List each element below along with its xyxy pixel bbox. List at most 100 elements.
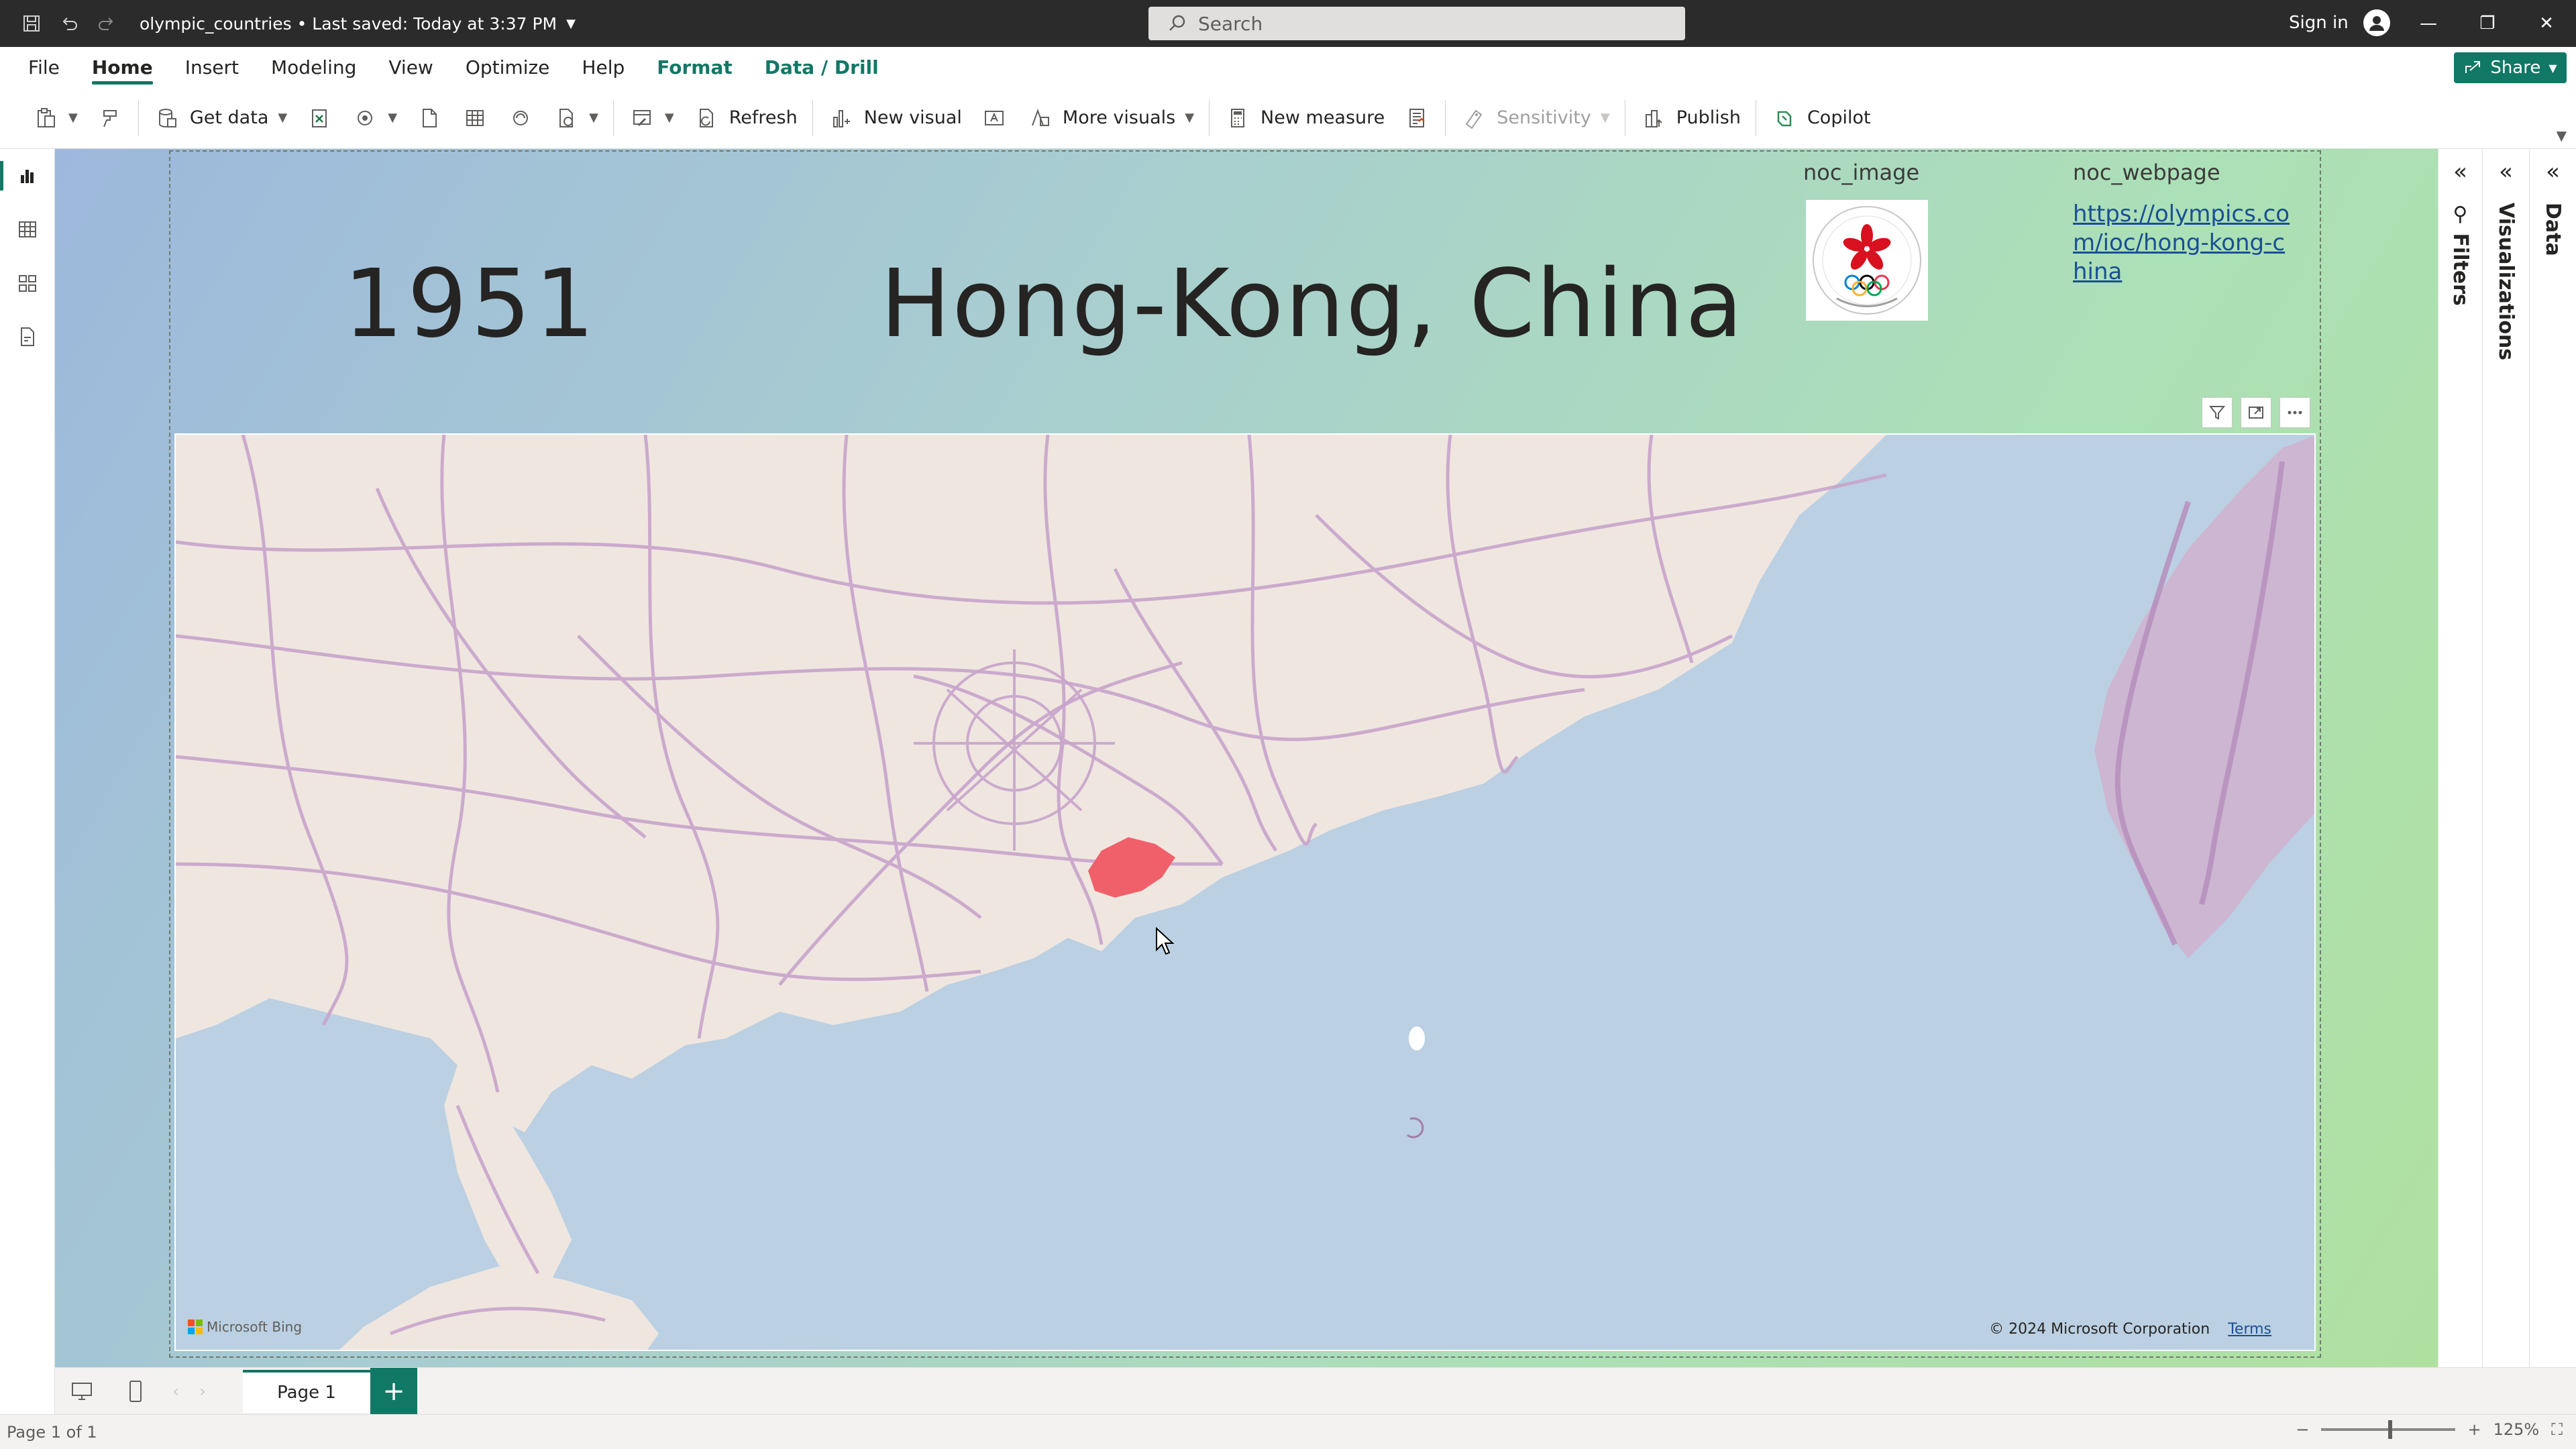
save-icon[interactable] <box>15 7 48 40</box>
noc-webpage-header: noc_webpage <box>2073 160 2220 185</box>
add-page-button[interactable]: + <box>370 1367 417 1415</box>
page-count: Page 1 of 1 <box>7 1422 97 1442</box>
expand-icon[interactable]: « <box>2453 158 2467 185</box>
tab-page-1[interactable]: Page 1 <box>243 1369 370 1413</box>
zoom-out-icon[interactable]: − <box>2296 1420 2309 1439</box>
datahub-icon <box>352 105 378 131</box>
filters-pane[interactable]: « ⚲ Filters <box>2438 149 2482 1367</box>
format-painter-button[interactable] <box>87 98 133 138</box>
tab-modeling[interactable]: Modeling <box>255 47 372 87</box>
share-button[interactable]: Share ▼ <box>2454 52 2567 83</box>
sensitivity-button[interactable]: Sensitivity ▼ <box>1451 98 1619 138</box>
file-title[interactable]: olympic_countries • Last saved: Today at… <box>140 14 557 34</box>
sign-in-button[interactable]: Sign in <box>2289 9 2390 36</box>
minimize-icon[interactable]: — <box>2399 0 2458 47</box>
transform-data-button[interactable]: ▼ <box>619 98 684 138</box>
table-view-icon[interactable] <box>0 203 55 256</box>
recent-sources-icon <box>553 105 580 131</box>
tab-optimize[interactable]: Optimize <box>449 47 566 87</box>
visualizations-pane[interactable]: « Visualizations <box>2482 149 2529 1367</box>
redo-icon[interactable] <box>90 7 123 40</box>
copilot-button[interactable]: Copilot <box>1762 98 1880 138</box>
enter-data-button[interactable] <box>452 98 498 138</box>
map-provider: Microsoft Bing <box>207 1319 303 1335</box>
new-visual-button[interactable]: New visual <box>818 98 971 138</box>
more-visuals-label: More visuals <box>1062 107 1176 128</box>
onelake-button[interactable]: ▼ <box>342 98 407 138</box>
report-view-icon[interactable] <box>0 149 55 203</box>
more-visuals-button[interactable]: More visuals ▼ <box>1017 98 1203 138</box>
dataverse-button[interactable] <box>498 98 543 138</box>
expand-icon[interactable]: « <box>2499 158 2513 185</box>
map-visual[interactable]: Microsoft Bing © 2024 Microsoft Corporat… <box>174 433 2316 1351</box>
excel-button[interactable] <box>297 98 342 138</box>
zoom-slider[interactable] <box>2321 1420 2456 1439</box>
recent-sources-button[interactable]: ▼ <box>543 98 608 138</box>
year-card[interactable]: 1951 <box>343 250 598 359</box>
publish-button[interactable]: Publish <box>1631 98 1750 138</box>
map-terms-link[interactable]: Terms <box>2228 1321 2271 1338</box>
chevron-down-icon: ▼ <box>589 111 598 125</box>
dax-query-view-icon[interactable] <box>0 310 55 364</box>
model-view-icon[interactable] <box>0 256 55 310</box>
focus-mode-icon[interactable] <box>2241 397 2271 428</box>
zoom-slider-thumb[interactable] <box>2388 1420 2393 1439</box>
fit-to-page-icon[interactable]: ⛶ <box>2551 1420 2563 1439</box>
tab-help[interactable]: Help <box>566 47 641 87</box>
mainland-land <box>176 435 1886 1132</box>
view-switcher <box>0 149 55 1414</box>
desktop-layout-icon[interactable] <box>55 1368 109 1415</box>
page-tabs-bar: ‹ › Page 1 + <box>55 1367 2576 1415</box>
restore-icon[interactable]: ❐ <box>2458 0 2517 47</box>
get-data-button[interactable]: Get data ▼ <box>144 98 297 138</box>
mobile-layout-icon[interactable] <box>109 1368 162 1415</box>
tab-file[interactable]: File <box>12 47 76 87</box>
next-page-icon[interactable]: › <box>189 1368 216 1415</box>
zoom-level[interactable]: 125% <box>2493 1420 2540 1439</box>
text-box-button[interactable] <box>971 98 1017 138</box>
chevron-down-icon: ▼ <box>664 111 674 125</box>
publish-icon <box>1640 105 1667 131</box>
refresh-button[interactable]: Refresh <box>684 98 807 138</box>
tab-format[interactable]: Format <box>641 47 749 87</box>
new-measure-button[interactable]: New measure <box>1215 98 1394 138</box>
quick-measure-button[interactable] <box>1394 98 1440 138</box>
paintbrush-icon <box>97 105 123 131</box>
new-visual-label: New visual <box>863 107 962 128</box>
noc-webpage-link[interactable]: https://olympics.com/ioc/hong-kong-china <box>2073 200 2294 286</box>
previous-page-icon[interactable]: ‹ <box>162 1368 189 1415</box>
copilot-label: Copilot <box>1807 107 1871 128</box>
zoom-in-icon[interactable]: + <box>2467 1420 2481 1439</box>
sensitivity-icon <box>1460 105 1487 131</box>
search-input[interactable]: Search <box>1148 7 1685 40</box>
chevron-down-icon: ▼ <box>388 111 398 125</box>
chevron-down-icon[interactable]: ▼ <box>2557 127 2567 144</box>
data-pane[interactable]: « Data <box>2529 149 2576 1367</box>
country-card[interactable]: Hong-Kong, China <box>880 250 1744 359</box>
microsoft-logo-icon <box>188 1320 203 1334</box>
expand-icon[interactable]: « <box>2546 158 2560 185</box>
more-options-icon[interactable] <box>2279 397 2310 428</box>
noc-image[interactable] <box>1806 200 1928 321</box>
close-icon[interactable]: ✕ <box>2517 0 2576 47</box>
avatar-icon <box>2363 9 2390 36</box>
tab-view[interactable]: View <box>372 47 449 87</box>
calculator-icon <box>1224 105 1251 131</box>
sql-server-button[interactable] <box>407 98 452 138</box>
sensitivity-label: Sensitivity <box>1497 107 1591 128</box>
chevron-down-icon[interactable]: ▼ <box>566 17 576 31</box>
chevron-down-icon: ▼ <box>2548 61 2557 74</box>
tab-data-drill[interactable]: Data / Drill <box>749 47 895 87</box>
saved-status: Last saved: Today at 3:37 PM <box>312 13 557 34</box>
database-icon <box>154 105 180 131</box>
table-icon <box>462 105 488 131</box>
filter-icon[interactable] <box>2202 397 2233 428</box>
tab-insert[interactable]: Insert <box>169 47 255 87</box>
sign-in-label: Sign in <box>2289 13 2349 33</box>
paste-button[interactable]: ▼ <box>23 98 87 138</box>
visualizations-pane-label: Visualizations <box>2494 203 2518 361</box>
undo-icon[interactable] <box>52 7 86 40</box>
chevron-down-icon: ▼ <box>1185 111 1195 125</box>
report-page: 1951 Hong-Kong, China noc_image noc_webp… <box>55 149 2438 1367</box>
tab-home[interactable]: Home <box>76 47 169 87</box>
